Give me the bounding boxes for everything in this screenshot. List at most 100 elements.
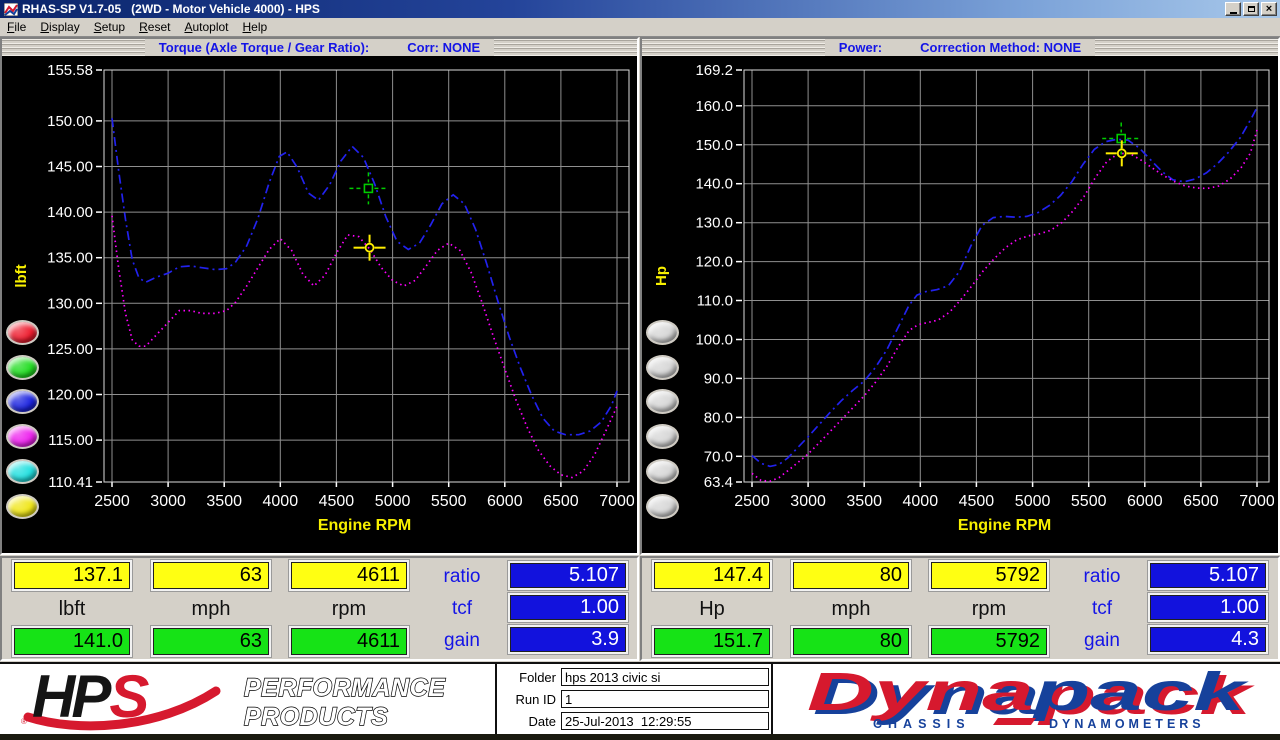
power-header-title: Power: <box>838 40 883 55</box>
hps-performance-text: PERFORMANCE <box>244 674 446 702</box>
dynapack-chassis-text: CHASSIS <box>873 717 971 731</box>
power-curve-color-button-5[interactable] <box>646 459 679 484</box>
footer: HPS ® PERFORMANCE PRODUCTS Folder Run ID… <box>0 662 1280 734</box>
torque-curve-color-button-2[interactable] <box>6 355 39 380</box>
window-controls: × <box>1225 2 1277 16</box>
torque-header-title: Torque (Axle Torque / Gear Ratio): <box>158 40 370 55</box>
cursor-rpm-value: 4611 <box>291 562 407 589</box>
torque-chart[interactable]: 155.58 150.00 145.00 140.00 135.00 130.00 125.… <box>2 56 637 553</box>
torque-cursor-square-marker[interactable] <box>349 172 388 205</box>
dynapack-logo-cell: Dyna pack Dyna pack CHASSIS DYNAMOMETERS <box>773 664 1280 734</box>
power-curve-color-button-1[interactable] <box>646 320 679 345</box>
date-input[interactable] <box>561 712 769 730</box>
power-curve-color-button-4[interactable] <box>646 424 679 449</box>
power-plot: 169.2 160.0 150.0 140.0 130.0 120.0 110.0 100.0… <box>653 62 1274 534</box>
dynapack-dash <box>992 718 1036 725</box>
svg-text:4500: 4500 <box>959 493 995 510</box>
torque-curve-color-button-6[interactable] <box>6 494 39 519</box>
svg-text:5000: 5000 <box>375 493 411 510</box>
bottom-strip <box>0 734 1280 740</box>
torque-x-axis-title: Engine RPM <box>318 517 411 534</box>
svg-text:4000: 4000 <box>263 493 299 510</box>
svg-text:5000: 5000 <box>1015 493 1051 510</box>
ratio-value: 5.107 <box>1150 563 1266 588</box>
svg-text:6500: 6500 <box>1183 493 1219 510</box>
torque-curve-color-button-1[interactable] <box>6 320 39 345</box>
series-run-1-power <box>751 107 1258 468</box>
window-title: RHAS-SP V1.7-05 (2WD - Motor Vehicle 400… <box>22 2 320 16</box>
svg-text:150.00: 150.00 <box>47 113 93 130</box>
dynapack-logo: Dyna pack Dyna pack CHASSIS DYNAMOMETERS <box>807 664 1256 731</box>
svg-text:130.0: 130.0 <box>695 215 733 232</box>
svg-text:140.0: 140.0 <box>695 176 733 193</box>
tcf-value: 1.00 <box>1150 595 1266 620</box>
hps-products-text: PRODUCTS <box>244 703 388 731</box>
peak-rpm-value: 5792 <box>931 628 1047 655</box>
power-curve-color-button-6[interactable] <box>646 494 679 519</box>
svg-text:115.00: 115.00 <box>48 432 93 449</box>
svg-text:160.0: 160.0 <box>695 98 733 115</box>
svg-text:90.0: 90.0 <box>704 370 733 387</box>
power-chart[interactable]: 169.2 160.0 150.0 140.0 130.0 120.0 110.0 100.0… <box>642 56 1278 553</box>
svg-text:5500: 5500 <box>1071 493 1107 510</box>
peak-rpm-value: 4611 <box>291 628 407 655</box>
svg-text:6000: 6000 <box>1127 493 1163 510</box>
power-curve-color-button-3[interactable] <box>646 389 679 414</box>
ratio-label: ratio <box>1083 566 1121 587</box>
svg-text:3500: 3500 <box>206 493 242 510</box>
menu-item-reset[interactable]: Reset <box>132 19 177 35</box>
cursor-rpm-value: 5792 <box>931 562 1047 589</box>
svg-text:155.58: 155.58 <box>47 62 93 79</box>
series-run-1-torque <box>111 118 618 436</box>
hps-registered-mark: ® <box>21 717 27 726</box>
power-chart-panel: Power: Correction Method: NONE 169.2 160.0… <box>640 37 1280 555</box>
torque-header-correction: Corr: NONE <box>407 40 481 55</box>
dynapack-main-text: Dyna pack <box>807 664 1250 722</box>
svg-text:125.00: 125.00 <box>47 341 93 358</box>
cursor-power-value: 147.4 <box>654 562 770 589</box>
torque-curve-color-button-4[interactable] <box>6 424 39 449</box>
menu-item-display[interactable]: Display <box>33 19 86 35</box>
peak-speed-value: 80 <box>793 628 909 655</box>
torque-curve-color-button-5[interactable] <box>6 459 39 484</box>
run-id-input[interactable] <box>561 690 769 708</box>
svg-text:63.4: 63.4 <box>704 474 733 491</box>
svg-text:4500: 4500 <box>319 493 355 510</box>
restore-button[interactable] <box>1243 2 1259 16</box>
gain-value: 3.9 <box>510 627 626 652</box>
app-icon <box>4 2 18 16</box>
svg-text:6500: 6500 <box>543 493 579 510</box>
minimize-button[interactable] <box>1225 2 1241 16</box>
title-bar: RHAS-SP V1.7-05 (2WD - Motor Vehicle 400… <box>0 0 1280 18</box>
menu-item-file[interactable]: File <box>0 19 33 35</box>
power-chart-header: Power: Correction Method: NONE <box>642 39 1278 56</box>
hps-logo-cell: HPS ® PERFORMANCE PRODUCTS <box>0 663 497 734</box>
torque-unit-label: lbft <box>58 598 86 620</box>
ratio-label: ratio <box>443 566 481 587</box>
gain-value: 4.3 <box>1150 627 1266 652</box>
svg-text:100.0: 100.0 <box>695 332 733 349</box>
svg-text:120.00: 120.00 <box>47 387 93 404</box>
power-y-axis-title: Hp <box>653 266 670 286</box>
svg-text:140.00: 140.00 <box>47 204 93 221</box>
close-button[interactable]: × <box>1261 2 1277 16</box>
gain-label: gain <box>1084 630 1120 651</box>
power-gridlines <box>744 69 1269 483</box>
menu-item-setup[interactable]: Setup <box>87 19 132 35</box>
torque-readout-panel: 137.1 63 4611 lbft mph rpm 141.0 63 4611… <box>0 556 639 661</box>
cursor-speed-value: 63 <box>153 562 269 589</box>
folder-input[interactable] <box>561 668 769 686</box>
speed-unit-label: mph <box>831 598 871 620</box>
svg-text:120.0: 120.0 <box>695 254 733 271</box>
power-header-text: Power: Correction Method: NONE <box>824 39 1096 56</box>
series-run-2-torque <box>111 215 618 479</box>
menu-item-autoplot[interactable]: Autoplot <box>177 19 235 35</box>
power-curve-color-button-2[interactable] <box>646 355 679 380</box>
svg-text:7000: 7000 <box>599 493 634 510</box>
torque-gridlines <box>104 69 629 483</box>
peak-speed-value: 63 <box>153 628 269 655</box>
torque-curve-color-button-3[interactable] <box>6 389 39 414</box>
tcf-label: tcf <box>451 598 473 619</box>
run-id-label: Run ID <box>515 691 556 707</box>
menu-item-help[interactable]: Help <box>236 19 275 35</box>
